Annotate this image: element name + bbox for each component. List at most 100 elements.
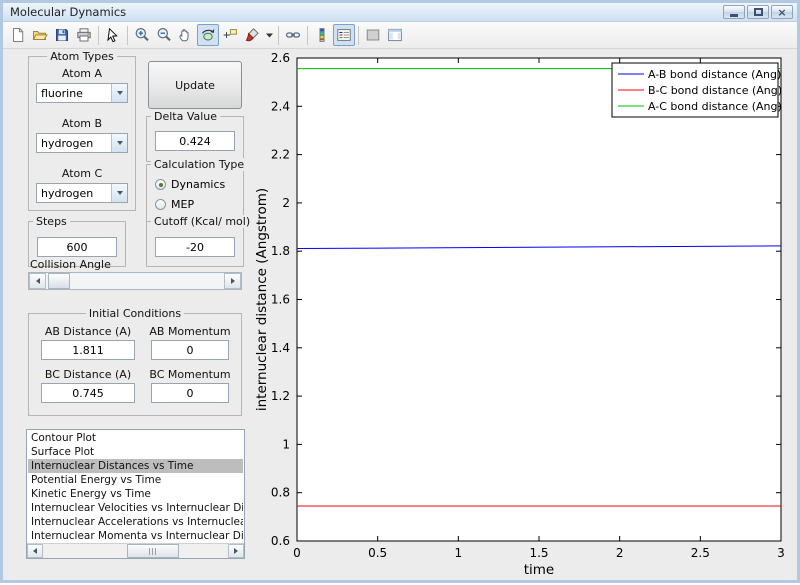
- list-item[interactable]: Internuclear Velocities vs Internuclear …: [28, 501, 243, 515]
- brush-dropdown-button[interactable]: [263, 24, 275, 46]
- toolbar-separator: [98, 25, 99, 45]
- atom-a-dropdown[interactable]: fluorine: [36, 83, 128, 103]
- print-figure-button[interactable]: [73, 24, 95, 46]
- atom-b-label: Atom B: [61, 117, 103, 130]
- x-tick-label: 2.5: [691, 546, 710, 560]
- steps-title: Steps: [33, 215, 70, 228]
- list-item[interactable]: Surface Plot: [28, 445, 243, 459]
- ab-momentum-field[interactable]: 0: [151, 340, 229, 360]
- plot-type-listbox[interactable]: Contour Plot Surface Plot Internuclear Dis…: [26, 429, 245, 559]
- listbox-hscrollbar[interactable]: [27, 543, 244, 558]
- ab-distance-field[interactable]: 1.811: [41, 340, 135, 360]
- list-item[interactable]: Kinetic Energy vs Time: [28, 487, 243, 501]
- slider-right-arrow[interactable]: [224, 273, 241, 289]
- x-tick-label: 0: [293, 546, 301, 560]
- pan-icon: [178, 27, 194, 43]
- radio-dynamics[interactable]: Dynamics: [155, 178, 225, 191]
- link-plot-button[interactable]: [282, 24, 304, 46]
- radio-dynamics-icon: [155, 179, 166, 190]
- hscrollbar-right-arrow[interactable]: [228, 544, 244, 558]
- list-item[interactable]: Internuclear Momenta vs Internuclear Dis…: [28, 529, 243, 543]
- bc-momentum-field[interactable]: 0: [151, 383, 229, 403]
- save-figure-button[interactable]: [51, 24, 73, 46]
- show-plot-tools-button[interactable]: [384, 24, 406, 46]
- y-axis-label: internuclear distance (Angstrom): [254, 188, 270, 411]
- collision-angle-slider[interactable]: [28, 272, 242, 290]
- hide-plot-tools-button[interactable]: [362, 24, 384, 46]
- new-figure-button[interactable]: [7, 24, 29, 46]
- hide-plot-tools-icon: [365, 27, 381, 43]
- titlebar: Molecular Dynamics ×: [3, 3, 797, 22]
- arrow-left-icon: [35, 278, 40, 284]
- slider-track[interactable]: [46, 273, 224, 289]
- plot-area[interactable]: 0 0.5 1 1.5 2 2.5 3 0.6 0.8 1 1.2 1.4 1.6 1.8 2 2.2 2.4 2…: [253, 51, 799, 581]
- atom-types-panel: Atom Types Atom A fluorine Atom B hydrog…: [28, 50, 136, 211]
- window-title: Molecular Dynamics: [10, 5, 127, 19]
- figure-toolbar: [3, 22, 797, 49]
- radio-mep-icon: [155, 199, 166, 210]
- atom-b-dropdown-button[interactable]: [111, 134, 127, 152]
- delta-value-title: Delta Value: [151, 110, 221, 123]
- arrow-right-icon: [230, 278, 235, 284]
- y-tick-label: 1: [282, 437, 290, 451]
- atom-c-label: Atom C: [61, 167, 103, 180]
- brush-icon: [244, 27, 260, 43]
- link-plot-icon: [285, 27, 301, 43]
- y-tick-label: 0.8: [271, 486, 290, 500]
- atom-c-dropdown[interactable]: hydrogen: [36, 183, 128, 203]
- slider-thumb[interactable]: [48, 273, 70, 289]
- zoom-out-icon: [156, 27, 172, 43]
- y-tick-label: 0.6: [271, 534, 290, 548]
- atom-b-value: hydrogen: [41, 136, 94, 150]
- y-tick-label: 2.4: [271, 99, 290, 113]
- hscrollbar-thumb[interactable]: [127, 544, 179, 558]
- y-tick-label: 2.6: [271, 51, 290, 65]
- bc-distance-field[interactable]: 0.745: [41, 383, 135, 403]
- edit-plot-button[interactable]: [102, 24, 124, 46]
- atom-a-value: fluorine: [41, 86, 83, 100]
- maximize-button[interactable]: [747, 5, 769, 19]
- legend-label: A-B bond distance (Ang): [648, 68, 781, 81]
- atom-c-dropdown-button[interactable]: [111, 184, 127, 202]
- minimize-button[interactable]: [723, 5, 745, 19]
- edit-plot-icon: [105, 27, 121, 43]
- radio-mep[interactable]: MEP: [155, 198, 194, 211]
- y-tick-label: 1.8: [271, 244, 290, 258]
- y-tick-label: 2.2: [271, 148, 290, 162]
- data-cursor-button[interactable]: [219, 24, 241, 46]
- legend-label: A-C bond distance (Ang): [648, 100, 782, 113]
- slider-left-arrow[interactable]: [29, 273, 46, 289]
- steps-field[interactable]: 600: [37, 237, 117, 257]
- atom-b-dropdown[interactable]: hydrogen: [36, 133, 128, 153]
- y-tick-label: 1.2: [271, 389, 290, 403]
- chevron-down-icon: [116, 141, 123, 145]
- zoom-in-button[interactable]: [131, 24, 153, 46]
- hscrollbar-track[interactable]: [43, 544, 228, 558]
- maximize-icon: [753, 8, 763, 16]
- toolbar-separator: [127, 25, 128, 45]
- atom-a-dropdown-button[interactable]: [111, 84, 127, 102]
- figure-content: Atom Types Atom A fluorine Atom B hydrog…: [3, 50, 797, 580]
- delta-value-field[interactable]: 0.424: [155, 131, 235, 151]
- list-item[interactable]: Internuclear Accelerations vs Internucle…: [28, 515, 243, 529]
- rotate-3d-button[interactable]: [197, 24, 219, 46]
- legend[interactable]: A-B bond distance (Ang) B-C bond distance…: [611, 62, 782, 118]
- open-file-button[interactable]: [29, 24, 51, 46]
- list-item[interactable]: Internuclear Distances vs Time: [28, 459, 243, 473]
- chevron-down-icon: [116, 191, 123, 195]
- plot-svg[interactable]: 0 0.5 1 1.5 2 2.5 3 0.6 0.8 1 1.2 1.4 1.6 1.8 2 2.2 2.4 2…: [253, 51, 799, 581]
- list-item[interactable]: Contour Plot: [28, 431, 243, 445]
- atom-types-title: Atom Types: [47, 50, 117, 63]
- insert-colorbar-button[interactable]: [311, 24, 333, 46]
- close-button[interactable]: ×: [771, 5, 793, 19]
- insert-legend-button[interactable]: [333, 24, 355, 46]
- zoom-out-button[interactable]: [153, 24, 175, 46]
- list-item[interactable]: Potential Energy vs Time: [28, 473, 243, 487]
- toolbar-separator: [278, 25, 279, 45]
- show-plot-tools-icon: [387, 27, 403, 43]
- pan-button[interactable]: [175, 24, 197, 46]
- cutoff-field[interactable]: -20: [155, 237, 235, 257]
- update-button[interactable]: Update: [148, 61, 242, 109]
- hscrollbar-left-arrow[interactable]: [27, 544, 43, 558]
- brush-button[interactable]: [241, 24, 263, 46]
